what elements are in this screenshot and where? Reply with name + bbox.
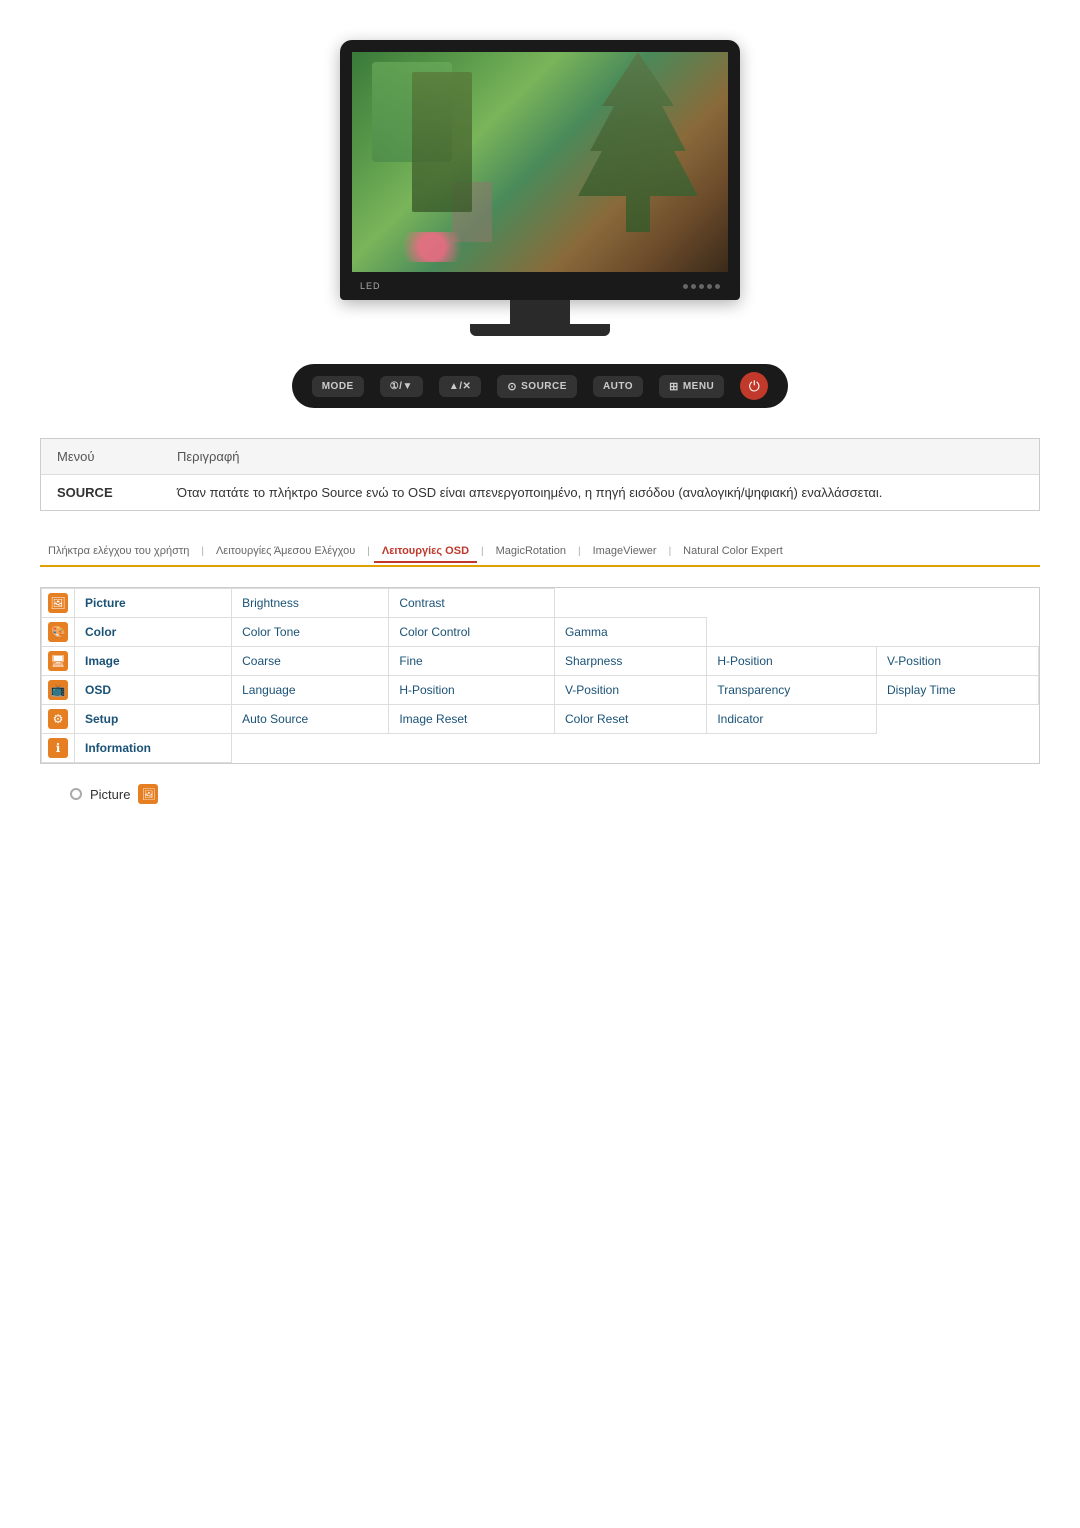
- menu-icon-5: ℹ: [48, 738, 68, 758]
- monitor-dot-2: [691, 284, 696, 289]
- picture-icon-badge: 🖼: [138, 784, 158, 804]
- menu-item-0-1[interactable]: Contrast: [389, 589, 555, 618]
- tab-osd-functions[interactable]: Λειτουργίες OSD: [374, 541, 477, 563]
- tree-decoration: [578, 52, 698, 232]
- menu-item-3-0[interactable]: Language: [232, 676, 389, 705]
- monitor-base: [470, 324, 610, 336]
- info-table-section: Μενού Περιγραφή SOURCE Όταν πατάτε το πλ…: [40, 438, 1040, 511]
- source-button[interactable]: ⊙ SOURCE: [497, 375, 577, 398]
- source-row: SOURCE Όταν πατάτε το πλήκτρο Source ενώ…: [41, 475, 1039, 511]
- menu-icon-cell-3: 📺: [42, 676, 75, 705]
- menu-label-3[interactable]: OSD: [75, 676, 232, 705]
- monitor-bottom-bar: LED: [352, 272, 728, 300]
- tab-magic-rotation[interactable]: MagicRotation: [488, 541, 574, 561]
- source-description: Όταν πατάτε το πλήκτρο Source ενώ το OSD…: [161, 475, 1039, 511]
- col-menu-header: Μενού: [41, 439, 161, 475]
- power-icon: ⏻: [749, 378, 760, 395]
- monitor-screen: [352, 52, 728, 272]
- info-table: Μενού Περιγραφή SOURCE Όταν πατάτε το πλ…: [41, 439, 1039, 510]
- menu-row-1: 🎨 ColorColor ToneColor ControlGamma: [42, 618, 1039, 647]
- menu-label-4[interactable]: Setup: [75, 705, 232, 734]
- menu-label-5[interactable]: Information: [75, 734, 232, 763]
- menu-icon-cell-4: ⚙: [42, 705, 75, 734]
- tab-user-controls[interactable]: Πλήκτρα ελέγχου του χρήστη: [40, 541, 197, 561]
- mode-button[interactable]: MODE: [312, 376, 364, 397]
- nav-sep-3: |: [481, 546, 484, 557]
- menu-grid-section: 🖼 PictureBrightnessContrast 🎨 ColorColor To…: [40, 587, 1040, 764]
- adjust-button[interactable]: ▲/✕: [439, 376, 482, 397]
- menu-icon-3: 📺: [48, 680, 68, 700]
- nav-sep-2: |: [367, 546, 370, 557]
- menu-label-0[interactable]: Picture: [75, 589, 232, 618]
- menu-row-4: ⚙ SetupAuto SourceImage ResetColor ResetI…: [42, 705, 1039, 734]
- monitor-dot-4: [707, 284, 712, 289]
- source-label: SOURCE: [41, 475, 161, 511]
- picture-text: Picture: [90, 787, 130, 802]
- tab-direct-functions[interactable]: Λειτουργίες Άμεσου Ελέγχου: [208, 541, 363, 561]
- menu-grid-table: 🖼 PictureBrightnessContrast 🎨 ColorColor To…: [41, 588, 1039, 763]
- controls-inner: MODE ①/▼ ▲/✕ ⊙ SOURCE AUTO ⊞ MENU ⏻: [292, 364, 789, 408]
- menu-label-1[interactable]: Color: [75, 618, 232, 647]
- menu-row-3: 📺 OSDLanguageH-PositionV-PositionTranspar…: [42, 676, 1039, 705]
- monitor-stand: [510, 300, 570, 324]
- picture-label-section: Picture 🖼: [70, 784, 1040, 804]
- menu-row-5: ℹ Information: [42, 734, 1039, 763]
- menu-icon-2: 🖥: [48, 651, 68, 671]
- menu-icon-cell-5: ℹ: [42, 734, 75, 763]
- menu-item-1-1[interactable]: Color Control: [389, 618, 555, 647]
- monitor-display: LED: [340, 40, 740, 300]
- menu-item-1-2[interactable]: Gamma: [554, 618, 706, 647]
- monitor-dot-3: [699, 284, 704, 289]
- menu-icon-cell-1: 🎨: [42, 618, 75, 647]
- nav-sep-5: |: [669, 546, 672, 557]
- tab-image-viewer[interactable]: ImageViewer: [585, 541, 665, 561]
- menu-item-3-3[interactable]: Transparency: [707, 676, 877, 705]
- menu-item-4-1[interactable]: Image Reset: [389, 705, 555, 734]
- monitor-buttons-row: [683, 284, 720, 289]
- menu-item-2-1[interactable]: Fine: [389, 647, 555, 676]
- menu-icon-0: 🖼: [48, 593, 68, 613]
- menu-item-3-4[interactable]: Display Time: [876, 676, 1038, 705]
- menu-item-1-0[interactable]: Color Tone: [232, 618, 389, 647]
- nav-tabs-section: Πλήκτρα ελέγχου του χρήστη | Λειτουργίες…: [40, 541, 1040, 567]
- nav-tabs: Πλήκτρα ελέγχου του χρήστη | Λειτουργίες…: [40, 541, 1040, 561]
- menu-item-2-4[interactable]: V-Position: [876, 647, 1038, 676]
- nav-sep-4: |: [578, 546, 581, 557]
- menu-icon-cell-2: 🖥: [42, 647, 75, 676]
- menu-item-2-3[interactable]: H-Position: [707, 647, 877, 676]
- menu-item-2-0[interactable]: Coarse: [232, 647, 389, 676]
- menu-icon-4: ⚙: [48, 709, 68, 729]
- menu-button[interactable]: ⊞ MENU: [659, 375, 724, 398]
- nav-sep-1: |: [201, 546, 204, 557]
- led-label: LED: [360, 281, 381, 291]
- menu-item-4-0[interactable]: Auto Source: [232, 705, 389, 734]
- tab-natural-color[interactable]: Natural Color Expert: [675, 541, 791, 561]
- menu-row-2: 🖥 ImageCoarseFineSharpnessH-PositionV-Pos…: [42, 647, 1039, 676]
- menu-row-0: 🖼 PictureBrightnessContrast: [42, 589, 1039, 618]
- menu-item-4-3[interactable]: Indicator: [707, 705, 877, 734]
- menu-item-3-2[interactable]: V-Position: [554, 676, 706, 705]
- flowers-decoration: [392, 232, 472, 262]
- monitor-section: LED: [0, 0, 1080, 356]
- menu-item-2-2[interactable]: Sharpness: [554, 647, 706, 676]
- monitor-dot-1: [683, 284, 688, 289]
- menu-label-2[interactable]: Image: [75, 647, 232, 676]
- auto-button[interactable]: AUTO: [593, 376, 643, 397]
- vol-button[interactable]: ①/▼: [380, 376, 423, 397]
- col-description-header: Περιγραφή: [161, 439, 1039, 475]
- monitor-dot-5: [715, 284, 720, 289]
- menu-icon-cell-0: 🖼: [42, 589, 75, 618]
- menu-item-0-0[interactable]: Brightness: [232, 589, 389, 618]
- picture-radio[interactable]: [70, 788, 82, 800]
- menu-item-4-2[interactable]: Color Reset: [554, 705, 706, 734]
- menu-item-3-1[interactable]: H-Position: [389, 676, 555, 705]
- menu-icon-1: 🎨: [48, 622, 68, 642]
- controls-bar: MODE ①/▼ ▲/✕ ⊙ SOURCE AUTO ⊞ MENU ⏻: [0, 364, 1080, 408]
- power-button[interactable]: ⏻: [740, 372, 768, 400]
